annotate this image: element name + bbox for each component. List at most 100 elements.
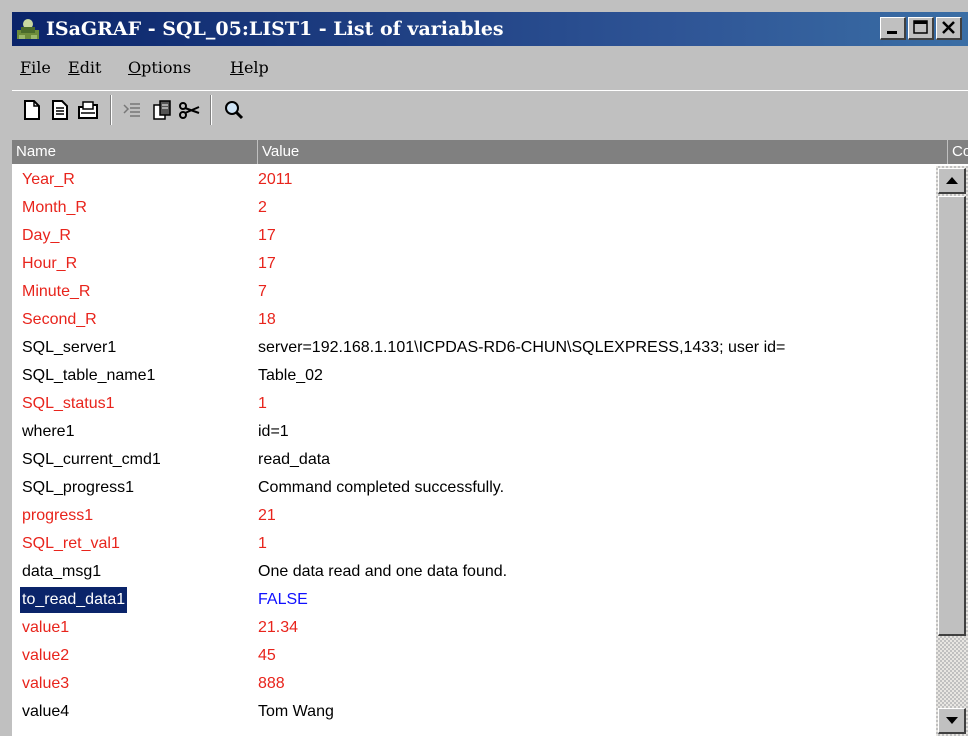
menu-file-label: ile <box>31 58 51 77</box>
toolbar-separator <box>110 95 112 125</box>
variable-row[interactable]: SQL_server1 server=192.168.1.101\ICPDAS-R… <box>12 334 936 362</box>
variable-row[interactable]: value3 888 <box>12 670 936 698</box>
variable-value[interactable]: Command completed successfully. <box>258 474 936 502</box>
variable-value[interactable]: 21 <box>258 502 936 530</box>
variable-row[interactable]: value4 Tom Wang <box>12 698 936 726</box>
variable-name[interactable]: data_msg1 <box>20 559 103 585</box>
variable-row[interactable]: to_read_data1 FALSE <box>12 586 936 614</box>
menu-edit[interactable]: Edit <box>68 58 101 77</box>
variable-row[interactable]: SQL_progress1 Command completed successfu… <box>12 474 936 502</box>
variable-name[interactable]: Year_R <box>20 167 77 193</box>
variable-name[interactable]: Minute_R <box>20 279 92 305</box>
variable-name[interactable]: to_read_data1 <box>18 586 129 614</box>
variable-row[interactable]: SQL_current_cmd1 read_data <box>12 446 936 474</box>
scrollbar-thumb[interactable] <box>938 196 966 636</box>
variable-value[interactable]: 18 <box>258 306 936 334</box>
scroll-down-button[interactable] <box>938 708 966 734</box>
variable-name[interactable]: progress1 <box>20 503 95 529</box>
menu-edit-mnemonic: E <box>68 58 80 77</box>
menu-edit-label: dit <box>79 58 102 77</box>
variable-value[interactable]: read_data <box>258 446 936 474</box>
variable-name[interactable]: value4 <box>20 699 71 725</box>
variable-row[interactable]: progress1 21 <box>12 502 936 530</box>
list-header: Name Value Co <box>12 140 968 164</box>
variable-value[interactable]: 21.34 <box>258 614 936 642</box>
variable-row[interactable]: Minute_R 7 <box>12 278 936 306</box>
vertical-scrollbar[interactable] <box>936 166 968 736</box>
variables-list: Name Value Co Year_R 2011 Month_R 2 Day_R 17 H… <box>12 140 968 736</box>
menu-help-label: elp <box>243 58 269 77</box>
variable-name[interactable]: SQL_current_cmd1 <box>20 447 163 473</box>
variable-value[interactable]: 2011 <box>258 166 936 194</box>
close-button[interactable] <box>936 17 962 40</box>
menu-options[interactable]: Options <box>128 58 191 77</box>
isagraf-variables-window: ISaGRAF - SQL_05:LIST1 - List of variabl… <box>0 0 968 736</box>
search-magnifier-icon[interactable] <box>222 97 246 123</box>
variable-row[interactable]: SQL_table_name1 Table_02 <box>12 362 936 390</box>
isagraf-app-icon[interactable] <box>16 17 40 41</box>
open-folder-icon[interactable] <box>76 97 100 123</box>
variable-name[interactable]: Second_R <box>20 307 99 333</box>
variable-value[interactable]: id=1 <box>258 418 936 446</box>
variable-row[interactable]: Second_R 18 <box>12 306 936 334</box>
variable-row[interactable]: SQL_status1 1 <box>12 390 936 418</box>
variable-name[interactable]: value3 <box>20 671 71 697</box>
variable-name[interactable]: SQL_ret_val1 <box>20 531 122 557</box>
variable-name[interactable]: SQL_status1 <box>20 391 117 417</box>
menu-bar: File Edit Options Help <box>12 52 968 84</box>
variable-row[interactable]: value1 21.34 <box>12 614 936 642</box>
column-header-name[interactable]: Name <box>12 140 258 164</box>
variable-value[interactable]: One data read and one data found. <box>258 558 936 586</box>
new-document-icon[interactable] <box>20 97 44 123</box>
variable-name[interactable]: Day_R <box>20 223 73 249</box>
variable-value[interactable]: Table_02 <box>258 362 936 390</box>
variable-row[interactable]: Hour_R 17 <box>12 250 936 278</box>
variable-value[interactable]: 7 <box>258 278 936 306</box>
variable-value[interactable]: Tom Wang <box>258 698 936 726</box>
edit-document-icon[interactable] <box>48 97 72 123</box>
variable-row[interactable]: Year_R 2011 <box>12 166 936 194</box>
variable-name[interactable]: value2 <box>20 643 71 669</box>
title-bar[interactable]: ISaGRAF - SQL_05:LIST1 - List of variabl… <box>12 12 968 46</box>
menu-options-label: ptions <box>141 58 192 77</box>
variable-value[interactable]: 17 <box>258 222 936 250</box>
menu-options-mnemonic: O <box>128 58 142 77</box>
variable-name[interactable]: Hour_R <box>20 251 79 277</box>
variable-value[interactable]: 1 <box>258 390 936 418</box>
variable-value[interactable]: 1 <box>258 530 936 558</box>
variable-row[interactable]: where1 id=1 <box>12 418 936 446</box>
variables-rows: Year_R 2011 Month_R 2 Day_R 17 Hour_R 17 Minute_… <box>12 166 936 736</box>
variable-name[interactable]: Month_R <box>20 195 89 221</box>
menu-help-mnemonic: H <box>230 58 244 77</box>
variable-name[interactable]: where1 <box>20 419 76 445</box>
variable-value[interactable]: FALSE <box>258 586 936 614</box>
window-title: ISaGRAF - SQL_05:LIST1 - List of variabl… <box>46 18 504 40</box>
menu-file[interactable]: File <box>20 58 51 77</box>
cut-scissors-icon[interactable] <box>178 97 202 123</box>
variable-row[interactable]: Day_R 17 <box>12 222 936 250</box>
variable-row[interactable]: data_msg1 One data read and one data foun… <box>12 558 936 586</box>
insert-variable-icon[interactable] <box>120 97 144 123</box>
column-header-value[interactable]: Value <box>258 140 948 164</box>
variable-value[interactable]: 2 <box>258 194 936 222</box>
menu-file-mnemonic: F <box>20 58 32 77</box>
variable-row[interactable]: SQL_ret_val1 1 <box>12 530 936 558</box>
variable-name[interactable]: SQL_progress1 <box>20 475 136 501</box>
paste-icon[interactable] <box>150 97 174 123</box>
scroll-up-button[interactable] <box>938 168 966 194</box>
variable-value[interactable]: 45 <box>258 642 936 670</box>
variable-value[interactable]: 17 <box>258 250 936 278</box>
toolbar-separator <box>210 95 212 125</box>
toolbar <box>12 90 968 130</box>
variable-value[interactable]: 888 <box>258 670 936 698</box>
menu-help[interactable]: Help <box>230 58 269 77</box>
variable-row[interactable]: Month_R 2 <box>12 194 936 222</box>
variable-name[interactable]: value1 <box>20 615 71 641</box>
variable-row[interactable]: value2 45 <box>12 642 936 670</box>
variable-name[interactable]: SQL_table_name1 <box>20 363 157 389</box>
minimize-button[interactable] <box>880 17 906 40</box>
variable-name[interactable]: SQL_server1 <box>20 335 118 361</box>
maximize-button[interactable] <box>908 17 934 40</box>
column-header-comment[interactable]: Co <box>948 140 968 164</box>
variable-value[interactable]: server=192.168.1.101\ICPDAS-RD6-CHUN\SQL… <box>258 334 936 362</box>
